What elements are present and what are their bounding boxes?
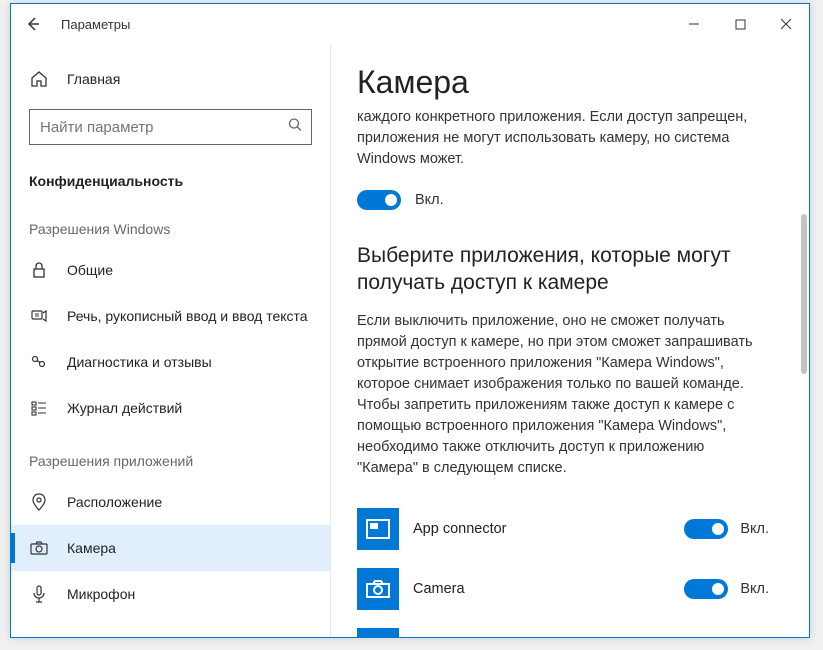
app-toggle[interactable] xyxy=(684,579,728,599)
app-name: Camera xyxy=(413,581,670,597)
nav-item-camera[interactable]: Камера xyxy=(11,525,330,571)
master-toggle-row: Вкл. xyxy=(357,190,769,210)
app-list: App connector Вкл. Camera В xyxy=(357,499,769,637)
activity-icon xyxy=(29,399,49,417)
speech-icon xyxy=(29,307,49,325)
lock-icon xyxy=(29,261,49,279)
nav-item-label: Расположение xyxy=(67,494,162,510)
camera-app-icon xyxy=(357,568,399,610)
settings-window: Параметры Главная xyxy=(10,3,810,638)
sidebar: Главная Конфиденциальность Разрешения Wi… xyxy=(11,44,331,637)
back-arrow-icon xyxy=(25,16,41,32)
nav-group-app-permissions: Разрешения приложений xyxy=(11,431,330,479)
master-toggle[interactable] xyxy=(357,190,401,210)
window-title: Параметры xyxy=(55,17,130,32)
app-toggle-label: Вкл. xyxy=(740,581,769,597)
titlebar: Параметры xyxy=(11,4,809,44)
nav-item-activity[interactable]: Журнал действий xyxy=(11,385,330,431)
intro-paragraph: каждого конкретного приложения. Если дос… xyxy=(357,107,769,170)
home-label: Главная xyxy=(67,71,120,87)
close-icon xyxy=(780,18,792,30)
apps-subheading: Выберите приложения, которые могут получ… xyxy=(357,242,757,297)
nav-item-location[interactable]: Расположение xyxy=(11,479,330,525)
back-button[interactable] xyxy=(11,4,55,44)
search-icon xyxy=(288,118,302,137)
nav-item-label: Камера xyxy=(67,540,116,556)
minimize-icon xyxy=(688,18,700,30)
page-title: Камера xyxy=(357,64,769,101)
minimize-button[interactable] xyxy=(671,8,717,40)
nav-item-microphone[interactable]: Микрофон xyxy=(11,571,330,617)
scrollbar-track[interactable] xyxy=(797,44,809,637)
close-button[interactable] xyxy=(763,8,809,40)
home-nav[interactable]: Главная xyxy=(11,59,330,99)
apps-description: Если выключить приложение, оно не сможет… xyxy=(357,311,769,479)
nav-item-label: Журнал действий xyxy=(67,400,182,416)
window-body: Главная Конфиденциальность Разрешения Wi… xyxy=(11,44,809,637)
nav-item-diagnostics[interactable]: Диагностика и отзывы xyxy=(11,339,330,385)
app-row-barcode: CameraBarcodeScannerPreview Откл. xyxy=(357,619,769,637)
nav-item-label: Микрофон xyxy=(67,586,135,602)
nav-item-general[interactable]: Общие xyxy=(11,247,330,293)
barcode-scanner-icon xyxy=(357,628,399,637)
diagnostics-icon xyxy=(29,353,49,371)
nav-group-windows-permissions: Разрешения Windows xyxy=(11,199,330,247)
microphone-icon xyxy=(29,585,49,603)
app-row-camera: Camera Вкл. xyxy=(357,559,769,619)
camera-icon xyxy=(29,540,49,556)
master-toggle-label: Вкл. xyxy=(415,192,444,208)
content-pane: Камера каждого конкретного приложения. Е… xyxy=(331,44,809,637)
nav-item-label: Речь, рукописный ввод и ввод текста xyxy=(67,308,308,324)
location-icon xyxy=(29,493,49,511)
nav-item-label: Общие xyxy=(67,262,113,278)
maximize-button[interactable] xyxy=(717,8,763,40)
nav-item-speech[interactable]: Речь, рукописный ввод и ввод текста xyxy=(11,293,330,339)
app-name: App connector xyxy=(413,521,670,537)
search-container xyxy=(11,99,330,159)
section-header: Конфиденциальность xyxy=(11,159,330,199)
app-toggle-label: Вкл. xyxy=(740,521,769,537)
app-toggle[interactable] xyxy=(684,519,728,539)
app-connector-icon xyxy=(357,508,399,550)
app-row-app-connector: App connector Вкл. xyxy=(357,499,769,559)
home-icon xyxy=(29,70,49,88)
scrollbar-thumb[interactable] xyxy=(801,214,807,374)
maximize-icon xyxy=(735,19,746,30)
search-input[interactable] xyxy=(29,109,312,145)
nav-item-label: Диагностика и отзывы xyxy=(67,354,212,370)
